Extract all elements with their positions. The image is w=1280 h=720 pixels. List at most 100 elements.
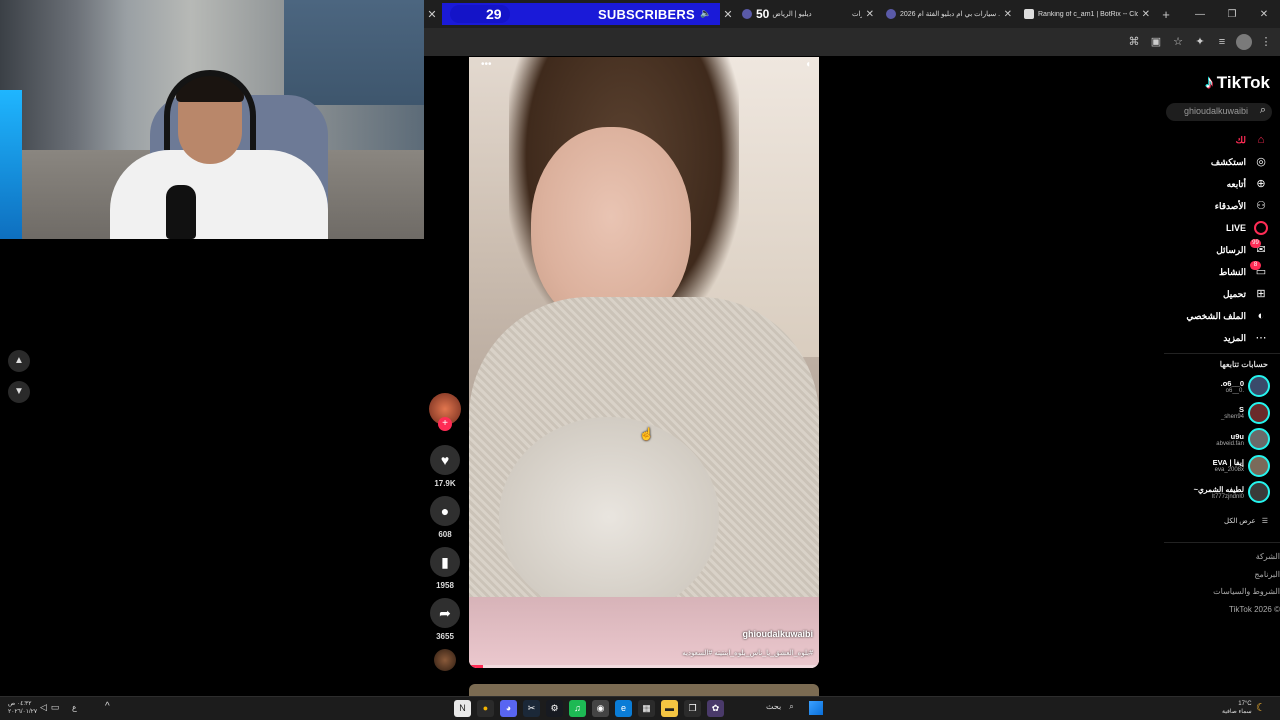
restore-icon[interactable]: ❐: [1216, 9, 1248, 20]
following-item[interactable]: لطيفه الشمري~ lt777zjndnl0: [1154, 479, 1270, 506]
tab-close-icon[interactable]: ✕: [424, 8, 440, 21]
divider: [1164, 542, 1280, 543]
share-arrow-icon: ➦: [439, 604, 451, 621]
like-button[interactable]: ♥: [430, 445, 460, 475]
browser-tab[interactable]: Ranking of c_am1 | BotRix -- Cloud... ✕: [1018, 3, 1156, 25]
search-input[interactable]: ghioudalkuwaibi ⌕: [1166, 103, 1272, 121]
app-discord-icon[interactable]: ◕: [500, 700, 517, 717]
creator-avatar[interactable]: +: [429, 393, 461, 431]
tiktok-sidebar: ♪ TikTok ghioudalkuwaibi ⌕ ⌂ لك ◎ استكشف…: [1160, 56, 1280, 696]
app-edge-icon[interactable]: e: [615, 700, 632, 717]
taskbar-clock[interactable]: ٠٤:٣٢ ص ٢٠٢٦/٠١/٢٧: [8, 700, 37, 716]
share-button[interactable]: ➦: [430, 598, 460, 628]
subscriber-label: SUBSCRIBERS: [598, 7, 695, 22]
tray-chevron-icon[interactable]: ^: [105, 701, 110, 712]
browser-tab[interactable]: 50 ديليو | الرياض: [736, 3, 846, 25]
footer-link-program[interactable]: البرنامج: [1164, 570, 1280, 588]
nav-label: LIVE: [1225, 223, 1246, 233]
cast-icon[interactable]: ▣: [1148, 34, 1164, 50]
volume-icon[interactable]: ◁: [40, 702, 47, 713]
nav-item-for-you[interactable]: ⌂ لك: [1158, 129, 1268, 151]
following-icon: ⊕: [1256, 178, 1266, 190]
nav-label: النشاط: [1218, 266, 1246, 277]
clock-time: ٠٤:٣٢ ص: [8, 701, 32, 707]
following-item[interactable]: S _shen94: [1154, 400, 1270, 427]
tab-audio-icon[interactable]: 🔈: [700, 8, 711, 19]
app-store-icon[interactable]: ▦: [638, 700, 655, 717]
footer-link-company[interactable]: الشركة: [1164, 552, 1280, 570]
profile-avatar-icon[interactable]: [1236, 34, 1252, 50]
app-obs-icon[interactable]: ◉: [592, 700, 609, 717]
video-caption[interactable]: #بلوه_العشق_يا_ناس_بلوه_ابنتيته #السعودي…: [682, 649, 813, 657]
subscriber-counter-tab[interactable]: 29 SUBSCRIBERS 🔈: [442, 3, 720, 25]
tab-close-icon[interactable]: ✕: [866, 9, 874, 20]
nav-item-upload[interactable]: ⊞ تحميل: [1158, 283, 1268, 305]
app-capcut-icon[interactable]: ✂: [523, 700, 540, 717]
nav-label: المزيد: [1223, 332, 1246, 343]
search-icon[interactable]: ⌕: [1260, 104, 1266, 117]
nav-label: تحميل: [1222, 288, 1246, 299]
translate-icon[interactable]: ⌘: [1126, 34, 1142, 50]
window-close-icon[interactable]: ✕: [1248, 9, 1280, 20]
nav-item-profile[interactable]: ◐ الملف الشخصي: [1158, 305, 1268, 327]
previous-video-button[interactable]: ▲: [8, 350, 30, 372]
app-task-view-icon[interactable]: ❐: [684, 700, 701, 717]
footer-link-terms[interactable]: الشروط والسياسات: [1164, 587, 1280, 605]
video-options-icon[interactable]: •••: [481, 59, 492, 70]
browser-tab[interactable]: عروض سيارات ✕: [846, 3, 880, 25]
next-video-preview[interactable]: [469, 684, 819, 696]
app-gallery-icon[interactable]: ✿: [707, 700, 724, 717]
video-progress-bar[interactable]: [469, 665, 819, 668]
see-all-link[interactable]: ☰ عرض الكل: [1224, 517, 1268, 525]
video-author[interactable]: ghioudalkuwaibi: [742, 629, 813, 639]
nav-item-explore[interactable]: ◎ استكشف: [1158, 151, 1268, 173]
tab-close-icon[interactable]: ✕: [1004, 9, 1012, 20]
minimize-icon[interactable]: —: [1184, 9, 1216, 20]
home-icon: ⌂: [1257, 134, 1265, 146]
tab-close-icon[interactable]: ✕: [720, 8, 736, 21]
nav-item-live[interactable]: LIVE: [1158, 217, 1268, 239]
tab-title: سيارات بي ام دبليو الفئة ام 2026 ...: [900, 11, 1000, 18]
messages-badge: 99: [1250, 239, 1261, 248]
nav-label: استكشف: [1210, 156, 1246, 167]
video-mute-icon[interactable]: ◖: [805, 59, 811, 70]
network-icon[interactable]: ▭: [51, 702, 60, 713]
browser-tab[interactable]: سيارات بي ام دبليو الفئة ام 2026 ... ✕: [880, 3, 1018, 25]
following-handle: eva_2008x: [1214, 467, 1244, 474]
nav-item-friends[interactable]: ⚇ الأصدقاء: [1158, 195, 1268, 217]
nav-item-more[interactable]: ⋯ المزيد: [1158, 327, 1268, 349]
app-notion-icon[interactable]: N: [454, 700, 471, 717]
windows-start-icon[interactable]: [809, 701, 823, 715]
comment-count: 608: [438, 530, 452, 539]
weather-widget[interactable]: 17°C سماء صافية: [1222, 700, 1252, 716]
following-item[interactable]: u9u abveid.fan: [1154, 426, 1270, 453]
nav-item-activity[interactable]: ▭ 8 النشاط: [1158, 261, 1268, 283]
tab-close-icon[interactable]: ✕: [1142, 9, 1150, 20]
bookmark-star-icon[interactable]: ☆: [1170, 34, 1186, 50]
bookmark-count: 1958: [436, 581, 454, 590]
next-video-button[interactable]: ▼: [8, 381, 30, 403]
video-player[interactable]: ••• ◖ ghioudalkuwaibi #بلوه_العشق_يا_ناس…: [469, 57, 819, 668]
tiktok-logo[interactable]: ♪ TikTok: [1205, 72, 1270, 93]
nav-item-following[interactable]: ⊕ أتابعه: [1158, 173, 1268, 195]
menu-kebab-icon[interactable]: ⋮: [1258, 34, 1274, 50]
following-item[interactable]: o6__0. o6__0.: [1154, 373, 1270, 400]
taskbar-apps: N ● ◕ ✂ ⚙ ♫ ◉ e ▦ ▬ ❐ ✿: [454, 700, 724, 717]
taskbar-search[interactable]: بحث ⌕: [766, 702, 794, 712]
follow-plus-icon[interactable]: +: [438, 417, 452, 431]
following-item[interactable]: إيفا | EVA eva_2008x: [1154, 453, 1270, 480]
app-spotify-icon[interactable]: ♫: [569, 700, 586, 717]
input-language[interactable]: ع: [72, 703, 77, 712]
app-file-explorer-icon[interactable]: ▬: [661, 700, 678, 717]
extensions-icon[interactable]: ✦: [1192, 34, 1208, 50]
like-count: 17.9K: [434, 479, 456, 488]
media-control-icon[interactable]: ≡: [1214, 34, 1230, 50]
nav-item-messages[interactable]: ✉ 99 الرسائل: [1158, 239, 1268, 261]
bookmark-button[interactable]: ▮: [430, 547, 460, 577]
following-handle: abveid.fan: [1216, 440, 1244, 447]
music-disc-icon[interactable]: [434, 649, 456, 671]
comment-button[interactable]: ●: [430, 496, 460, 526]
new-tab-icon[interactable]: +: [1156, 7, 1176, 22]
app-chrome-icon[interactable]: ●: [477, 700, 494, 717]
app-steam-icon[interactable]: ⚙: [546, 700, 563, 717]
